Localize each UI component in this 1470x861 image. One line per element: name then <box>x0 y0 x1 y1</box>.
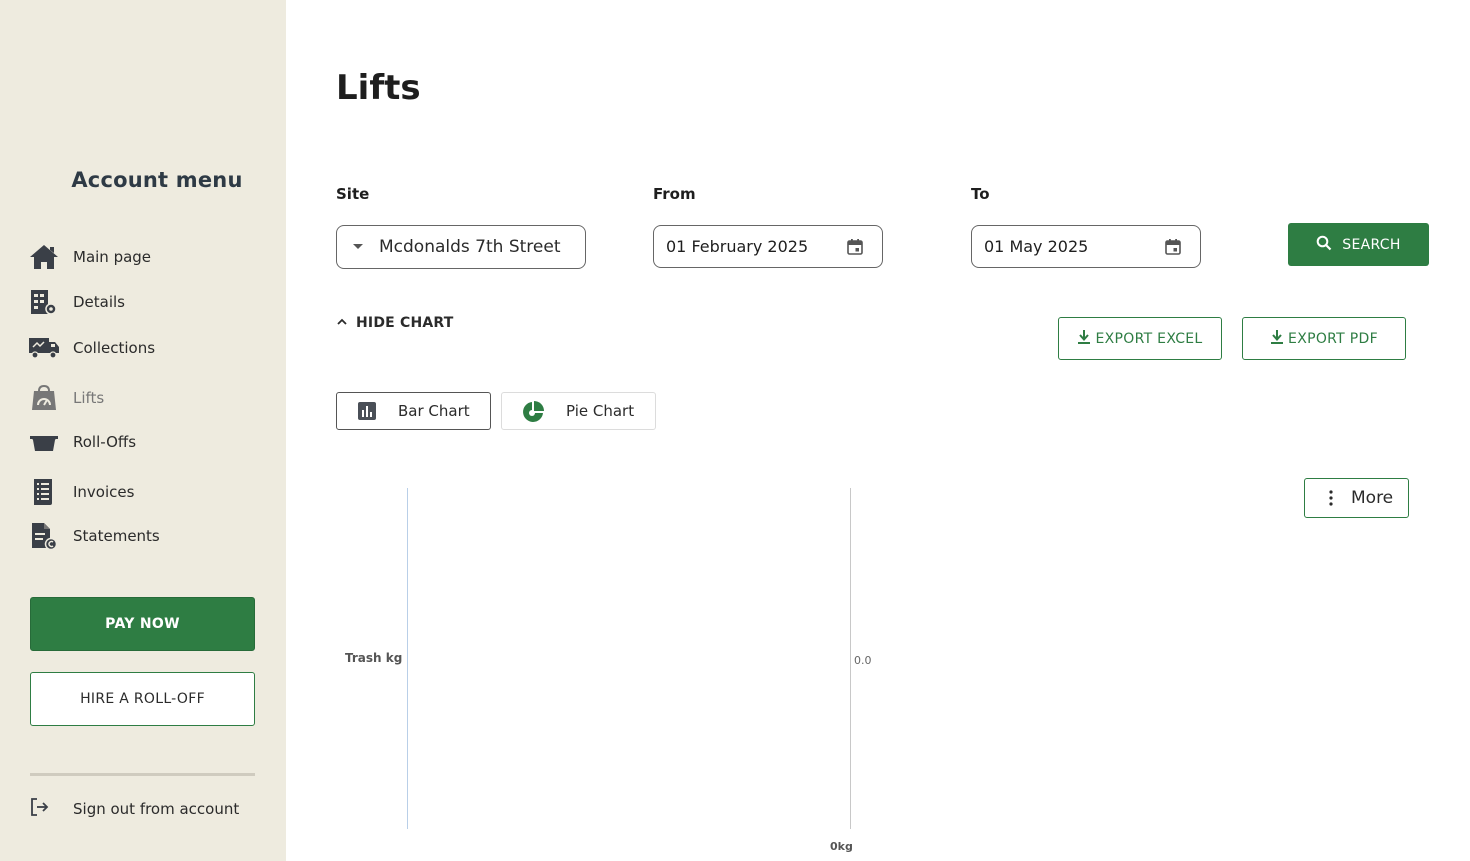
more-label: More <box>1351 488 1394 508</box>
sign-out-icon <box>28 795 52 823</box>
home-icon <box>28 241 60 273</box>
bar-chart-label: Bar Chart <box>398 402 470 420</box>
more-vertical-icon <box>1329 490 1333 511</box>
sidebar-divider <box>30 773 255 776</box>
sidebar-title: Account menu <box>71 168 243 192</box>
search-icon <box>1316 235 1332 255</box>
pay-now-button[interactable]: PAY NOW <box>30 597 255 651</box>
more-button[interactable]: More <box>1304 478 1409 518</box>
from-date-value: 01 February 2025 <box>666 237 809 256</box>
page-title: Lifts <box>336 68 421 108</box>
building-gear-icon <box>28 286 60 318</box>
sidebar-item-label: Invoices <box>73 483 135 501</box>
hide-chart-toggle[interactable]: HIDE CHART <box>336 313 454 333</box>
pie-chart-label: Pie Chart <box>566 402 635 420</box>
to-date-value: 01 May 2025 <box>984 237 1089 256</box>
download-icon <box>1270 329 1284 349</box>
sidebar-item-main-page[interactable]: Main page <box>28 241 268 273</box>
sidebar: Account menu Main page Details Collectio… <box>0 0 286 861</box>
sign-out-label: Sign out from account <box>73 800 240 818</box>
from-date-field[interactable]: 01 February 2025 <box>653 225 883 268</box>
to-label: To <box>971 185 990 203</box>
sidebar-item-label: Statements <box>73 527 160 545</box>
calendar-icon[interactable] <box>1164 238 1182 260</box>
export-excel-label: EXPORT EXCEL <box>1095 330 1203 347</box>
pie-chart-tab[interactable]: Pie Chart <box>501 392 656 430</box>
sidebar-item-invoices[interactable]: Invoices <box>28 476 268 508</box>
sidebar-item-roll-offs[interactable]: Roll-Offs <box>28 426 268 458</box>
chevron-down-icon <box>353 244 363 249</box>
data-value-label: 0.0 <box>854 654 872 667</box>
site-select[interactable]: Mcdonalds 7th Street <box>336 225 586 269</box>
download-icon <box>1077 329 1091 349</box>
export-excel-button[interactable]: EXPORT EXCEL <box>1058 317 1222 360</box>
bar-chart-icon <box>357 401 377 425</box>
sidebar-item-statements[interactable]: Statements <box>28 520 268 552</box>
y-axis-line <box>407 488 408 829</box>
site-select-value: Mcdonalds 7th Street <box>379 237 561 257</box>
hide-chart-label: HIDE CHART <box>356 315 454 331</box>
export-pdf-label: EXPORT PDF <box>1288 330 1378 347</box>
sidebar-item-lifts[interactable]: Lifts <box>28 382 268 414</box>
statement-icon <box>28 520 60 552</box>
sidebar-item-collections[interactable]: Collections <box>28 332 268 364</box>
y-category-label: Trash kg <box>345 651 403 665</box>
zero-gridline <box>850 488 851 829</box>
bag-gauge-icon <box>28 382 60 414</box>
hire-roll-off-button[interactable]: HIRE A ROLL-OFF <box>30 672 255 726</box>
rolloff-container-icon <box>28 426 60 458</box>
to-date-field[interactable]: 01 May 2025 <box>971 225 1201 268</box>
from-label: From <box>653 185 696 203</box>
pie-chart-icon <box>522 401 544 427</box>
search-button[interactable]: SEARCH <box>1288 223 1429 266</box>
invoice-list-icon <box>28 476 60 508</box>
sign-out-button[interactable]: Sign out from account <box>28 794 268 824</box>
sidebar-item-label: Main page <box>73 248 152 266</box>
sidebar-item-label: Details <box>73 293 126 311</box>
sidebar-item-label: Collections <box>73 339 156 357</box>
sidebar-item-label: Roll-Offs <box>73 433 137 451</box>
calendar-icon[interactable] <box>846 238 864 260</box>
site-label: Site <box>336 185 370 203</box>
search-button-label: SEARCH <box>1342 236 1401 253</box>
export-pdf-button[interactable]: EXPORT PDF <box>1242 317 1406 360</box>
sidebar-item-label: Lifts <box>73 389 105 407</box>
truck-icon <box>28 332 60 364</box>
chevron-up-icon <box>336 315 348 331</box>
sidebar-item-details[interactable]: Details <box>28 286 268 318</box>
bar-chart-tab[interactable]: Bar Chart <box>336 392 491 430</box>
x-tick-label: 0kg <box>830 840 853 853</box>
